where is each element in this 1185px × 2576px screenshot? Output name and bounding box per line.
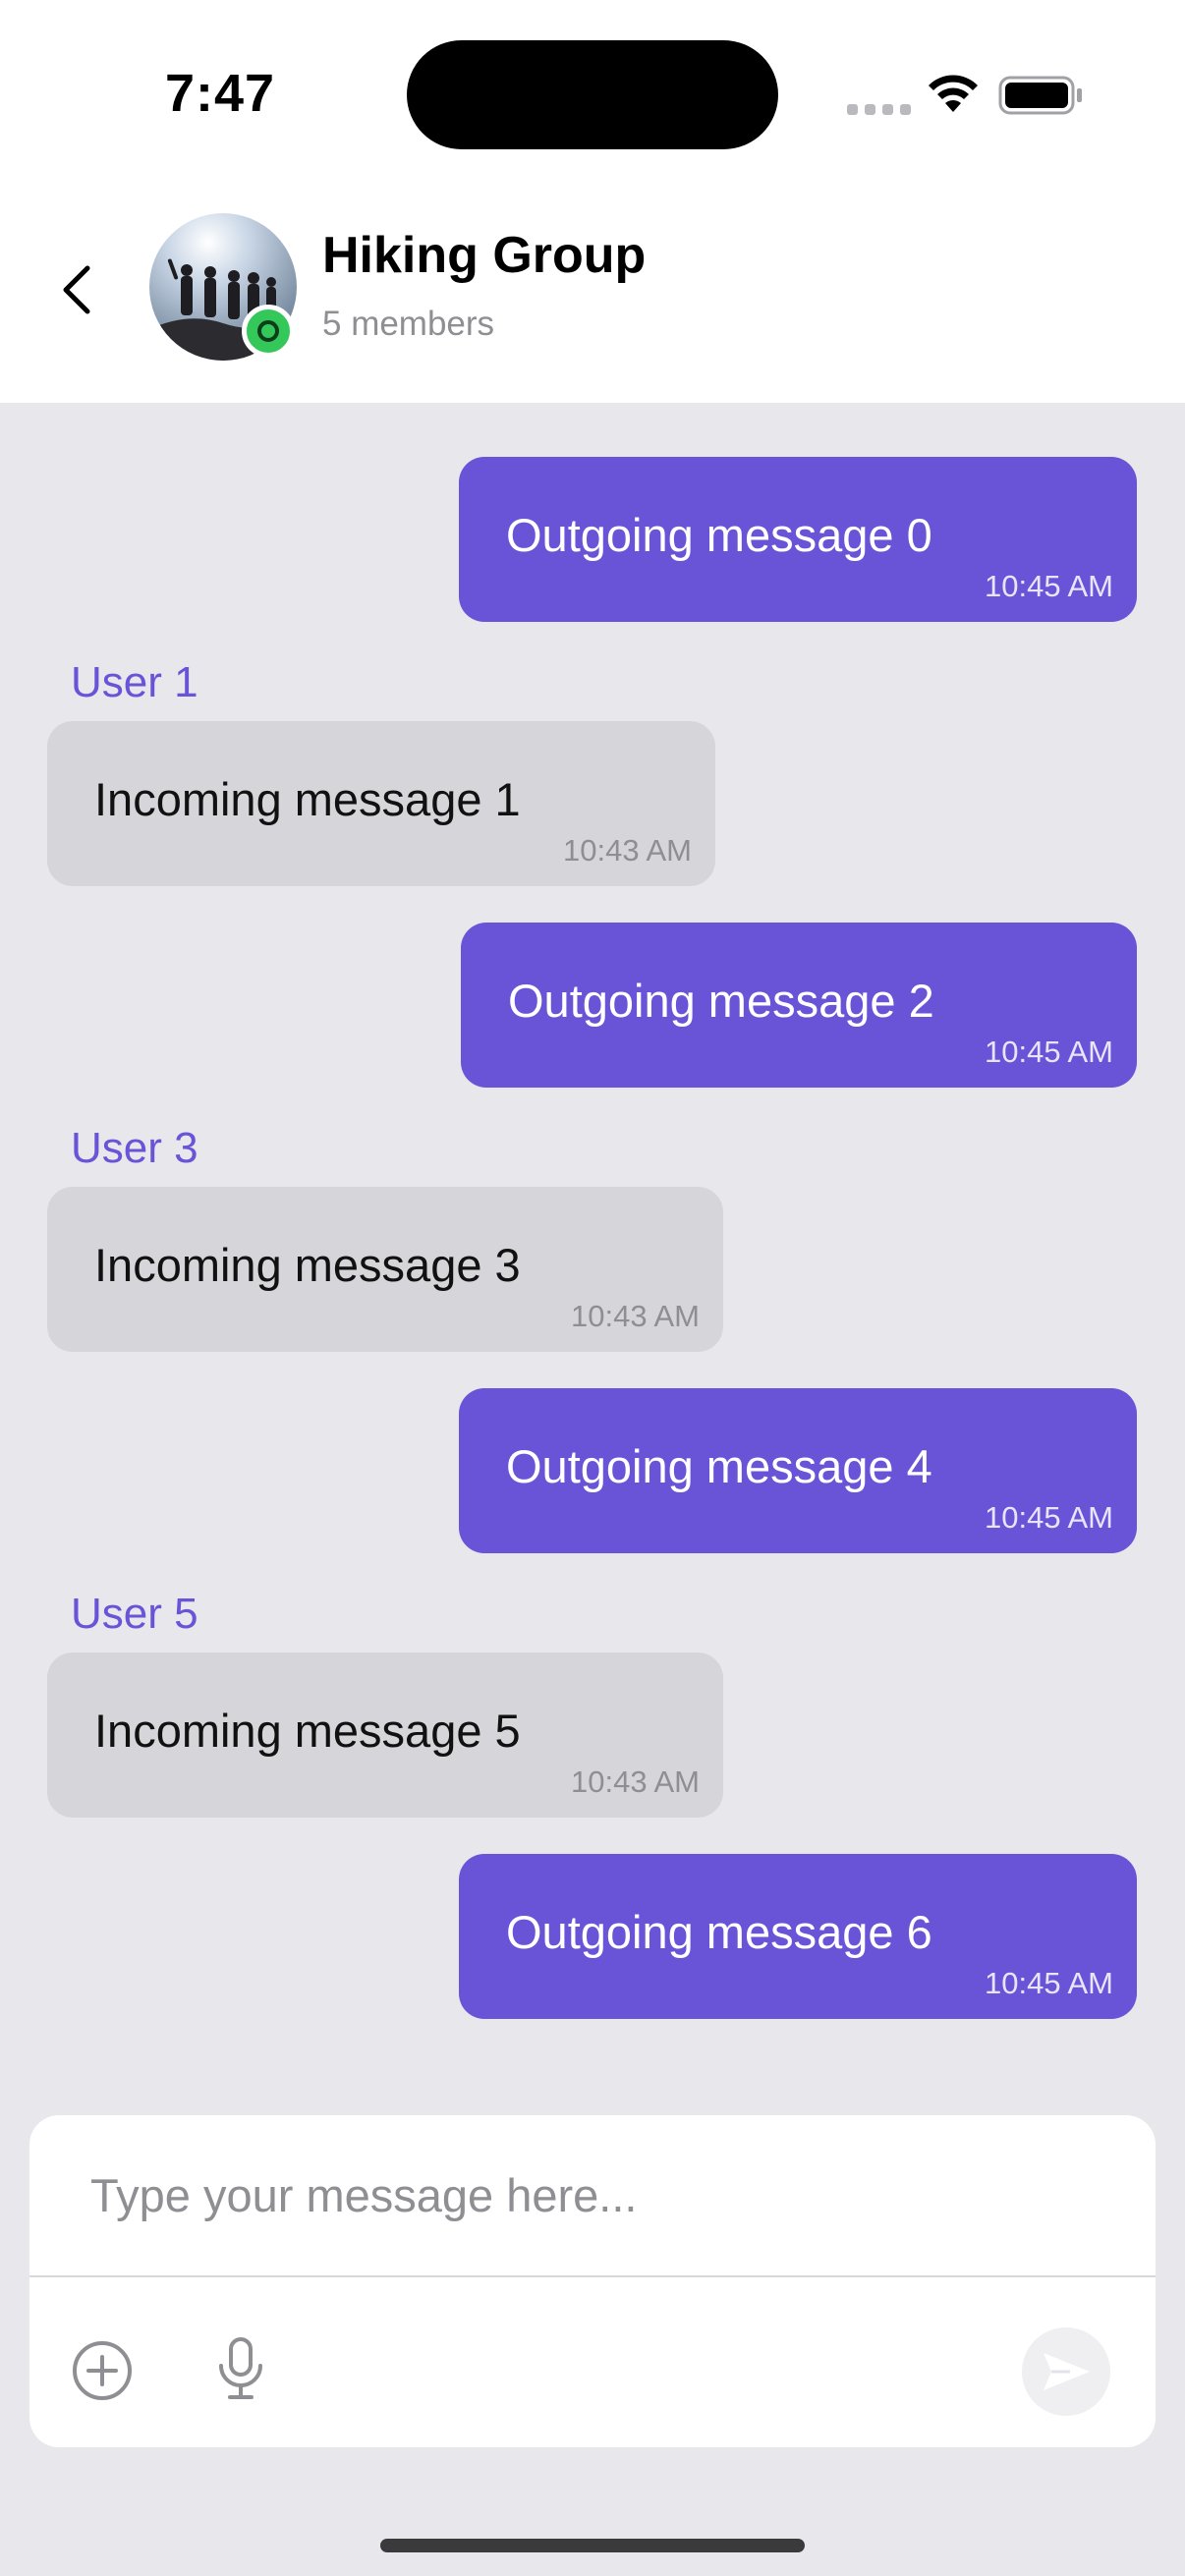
online-status-icon [242,305,295,358]
message-time: 10:45 AM [985,1500,1113,1535]
voice-message-button[interactable] [206,2331,275,2406]
message-time: 10:45 AM [985,569,1113,603]
message-time: 10:43 AM [571,1764,700,1799]
message-text: Incoming message 1 [94,773,521,825]
chat-title[interactable]: Hiking Group [322,226,646,285]
message-time: 10:45 AM [985,1035,1113,1069]
sender-name: User 5 [71,1590,198,1638]
message-text: Incoming message 3 [94,1239,521,1291]
message-time: 10:45 AM [985,1966,1113,2000]
back-button[interactable] [47,255,106,324]
sender-name: User 3 [71,1124,198,1172]
chevron-left-icon [63,265,90,314]
message-input[interactable] [29,2115,1156,2275]
message-list[interactable]: Outgoing message 0 10:45 AM User 1 Incom… [0,403,1185,2073]
battery-icon [998,76,1082,115]
status-bar: 7:47 [0,0,1185,187]
member-count: 5 members [322,305,495,343]
message-text: Outgoing message 6 [506,1906,932,1958]
message-composer [29,2115,1156,2447]
message-text: Outgoing message 0 [506,509,932,561]
send-icon [1044,2353,1090,2390]
send-button[interactable] [1022,2327,1110,2416]
home-indicator[interactable] [380,2539,805,2552]
plus-circle-icon [73,2341,132,2400]
outgoing-message[interactable]: Outgoing message 4 10:45 AM [459,1388,1137,1553]
status-time: 7:47 [165,64,276,123]
incoming-message[interactable]: Incoming message 1 10:43 AM [47,721,715,886]
cellular-signal-icon [847,104,911,115]
sender-name: User 1 [71,658,198,706]
microphone-icon [219,2337,262,2399]
message-text: Incoming message 5 [94,1705,521,1757]
wifi-icon [929,75,978,112]
incoming-message[interactable]: Incoming message 3 10:43 AM [47,1187,723,1352]
outgoing-message[interactable]: Outgoing message 0 10:45 AM [459,457,1137,622]
chat-header: Hiking Group 5 members [0,187,1185,403]
message-text: Outgoing message 2 [508,975,934,1027]
message-text: Outgoing message 4 [506,1440,932,1492]
outgoing-message[interactable]: Outgoing message 6 10:45 AM [459,1854,1137,2019]
message-time: 10:43 AM [563,833,692,868]
incoming-message[interactable]: Incoming message 5 10:43 AM [47,1652,723,1818]
composer-divider [29,2275,1156,2277]
dynamic-island [407,40,778,149]
add-attachment-button[interactable] [69,2337,136,2404]
outgoing-message[interactable]: Outgoing message 2 10:45 AM [461,923,1137,1088]
message-time: 10:43 AM [571,1299,700,1333]
